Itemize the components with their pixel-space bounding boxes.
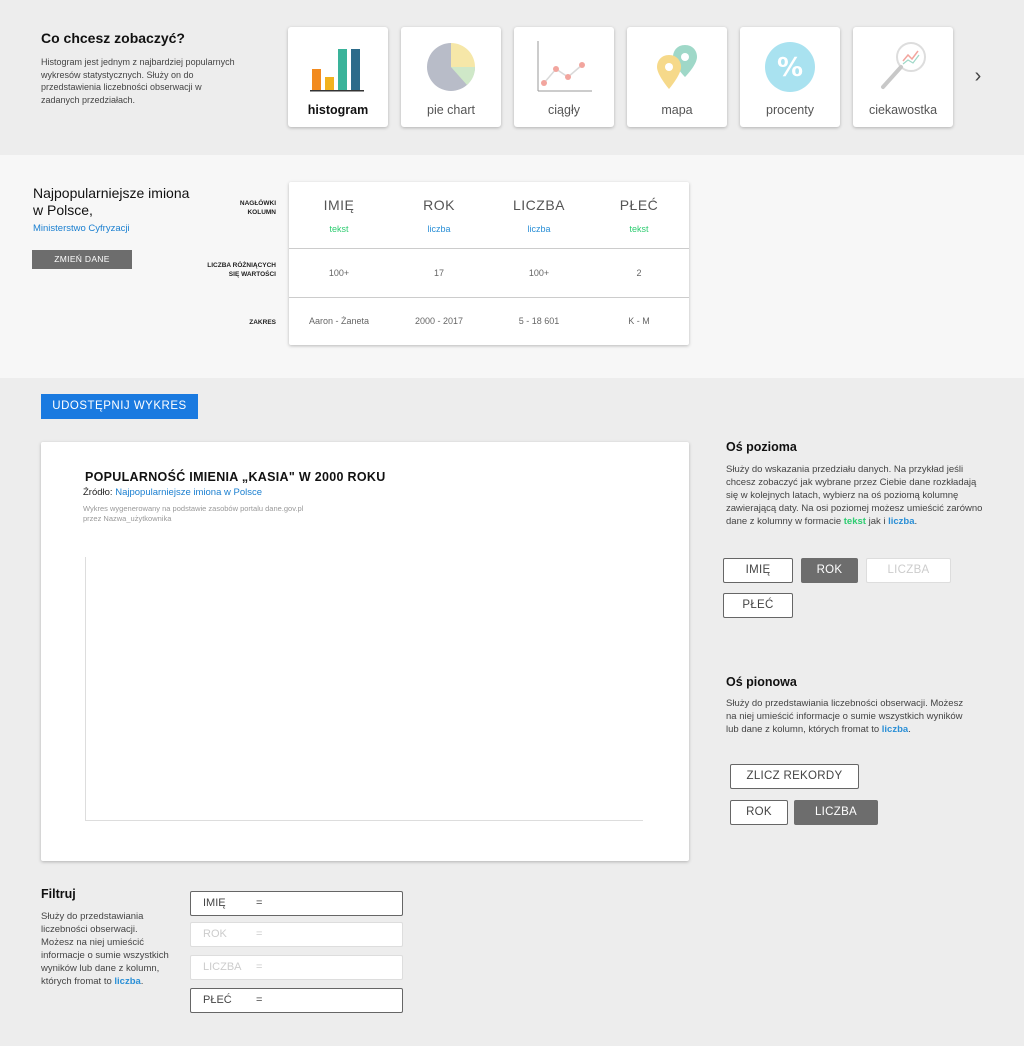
dataset-section: Najpopularniejsze imiona w Polsce, Minis… — [0, 155, 1024, 378]
type-card-label: mapa — [661, 103, 693, 117]
type-card-label: histogram — [307, 103, 369, 117]
filter-row-liczba: LICZBA = — [190, 955, 403, 980]
type-card-percent[interactable]: % procenty — [740, 27, 840, 127]
x-axis-option-plec[interactable]: PŁEĆ — [723, 593, 793, 618]
column-type: tekst — [629, 224, 649, 234]
column-distinct: 100+ — [528, 268, 550, 278]
dataset-title: Najpopularniejsze imiona w Polsce, — [33, 185, 190, 218]
chart-title: POPULARNOŚĆ IMIENIA „KASIA" W 2000 ROKU — [85, 470, 386, 484]
type-card-label: procenty — [766, 103, 814, 117]
filter-row-plec[interactable]: PŁEĆ = — [190, 988, 403, 1013]
y-axis-desc-text: Służy do przedstawiania liczebności obse… — [726, 698, 964, 735]
column-header: IMIĘ — [323, 197, 355, 213]
column-distinct: 17 — [433, 268, 444, 278]
y-axis-description: Służy do przedstawiania liczebności obse… — [726, 697, 976, 736]
filter-description: Służy do przedstawiania liczebności obse… — [41, 910, 171, 988]
filter-title: Filtruj — [41, 887, 76, 901]
chart-plot-area — [85, 557, 643, 821]
x-axis-title: Oś pozioma — [726, 440, 797, 454]
x-axis-desc-and: jak i — [868, 516, 886, 527]
x-axis-option-imie[interactable]: IMIĘ — [723, 558, 793, 583]
y-axis-desc-end: . — [908, 724, 911, 735]
filter-desc-end: . — [140, 976, 144, 987]
y-axis-option-rok[interactable]: ROK — [730, 800, 788, 825]
type-card-pie-chart[interactable]: pie chart — [401, 27, 501, 127]
column-type: liczba — [427, 224, 451, 234]
keyword-number: liczba — [114, 976, 141, 987]
filter-operator: = — [256, 961, 263, 973]
row-label-distinct: LICZBA RÓŻNIĄCYCH SIĘ WARTOŚCI — [207, 262, 276, 278]
column-range: K - M — [628, 316, 650, 326]
x-axis-desc-end: . — [914, 516, 918, 527]
y-axis-option-liczba[interactable]: LICZBA — [794, 800, 878, 825]
dataset-source-link[interactable]: Ministerstwo Cyfryzacji — [33, 223, 130, 234]
filter-desc-text: Służy do przedstawiania liczebności obse… — [41, 911, 169, 987]
type-card-map[interactable]: mapa — [627, 27, 727, 127]
divider — [289, 248, 689, 249]
divider — [289, 297, 689, 298]
row-label-headers: NAGŁÓWKI KOLUMN — [239, 200, 276, 216]
chevron-right-icon[interactable]: › — [968, 64, 988, 88]
keyword-number: liczba — [888, 516, 915, 527]
percent-icon: % — [765, 42, 815, 92]
type-card-histogram[interactable]: histogram — [288, 27, 388, 127]
x-axis-description: Służy do wskazania przedziału danych. Na… — [726, 463, 988, 528]
filter-operator: = — [256, 897, 263, 909]
x-axis-option-liczba: LICZBA — [866, 558, 951, 583]
filter-column: IMIĘ — [203, 897, 226, 909]
filter-column: ROK — [203, 928, 227, 940]
share-chart-button[interactable]: UDOSTĘPNIJ WYKRES — [41, 394, 198, 419]
type-card-label: pie chart — [427, 103, 475, 117]
type-card-trivia[interactable]: ciekawostka — [853, 27, 953, 127]
type-card-continuous[interactable]: ciągły — [514, 27, 614, 127]
picker-description: Histogram jest jednym z najbardziej popu… — [41, 57, 235, 105]
chart-source-link[interactable]: Najpopularniejsze imiona w Polsce — [115, 487, 262, 498]
column-distinct: 100+ — [328, 268, 350, 278]
line-chart-icon — [537, 41, 592, 92]
histogram-icon — [310, 49, 364, 92]
row-label-range: ZAKRES — [249, 319, 276, 326]
column-type: tekst — [329, 224, 349, 234]
count-records-button[interactable]: ZLICZ REKORDY — [730, 764, 859, 789]
x-axis-option-rok[interactable]: ROK — [801, 558, 858, 583]
chart-source-prefix: Źródło: — [83, 487, 113, 498]
keyword-number: liczba — [881, 724, 909, 735]
pie-chart-icon — [427, 43, 476, 91]
svg-text:%: % — [777, 53, 803, 83]
column-header: PŁEĆ — [619, 197, 659, 213]
filter-row-rok: ROK = — [190, 922, 403, 947]
chart-source: Źródło: Najpopularniejsze imiona w Polsc… — [83, 487, 262, 498]
y-axis-title: Oś pionowa — [726, 675, 797, 689]
dataset-columns-table: IMIĘ ROK LICZBA PŁEĆ tekst liczba liczba… — [289, 182, 689, 345]
column-type: liczba — [527, 224, 551, 234]
column-range: 5 - 18 601 — [518, 316, 560, 326]
type-card-label: ciekawostka — [868, 103, 938, 117]
column-header: ROK — [423, 197, 455, 213]
type-card-label: ciągły — [548, 103, 580, 117]
column-header: LICZBA — [512, 197, 565, 213]
column-range: 2000 - 2017 — [414, 316, 464, 326]
change-data-button[interactable]: ZMIEŃ DANE — [32, 250, 132, 269]
keyword-text: tekst — [843, 516, 866, 527]
picker-title: Co chcesz zobaczyć? — [41, 30, 185, 46]
chart-generated-note: Wykres wygenerowany na podstawie zasobów… — [83, 504, 304, 523]
filter-operator: = — [256, 994, 263, 1006]
chart-preview: POPULARNOŚĆ IMIENIA „KASIA" W 2000 ROKU … — [41, 442, 689, 861]
filter-column: PŁEĆ — [203, 994, 232, 1006]
column-distinct: 2 — [636, 268, 642, 278]
filter-column: LICZBA — [203, 961, 242, 973]
filter-operator: = — [256, 928, 263, 940]
filter-row-imie[interactable]: IMIĘ = — [190, 891, 403, 916]
map-pin-icon — [657, 45, 697, 89]
column-range: Aaron - Żaneta — [308, 316, 370, 326]
chart-type-section: Co chcesz zobaczyć? Histogram jest jedny… — [0, 0, 1024, 155]
magnifier-icon — [881, 42, 926, 89]
